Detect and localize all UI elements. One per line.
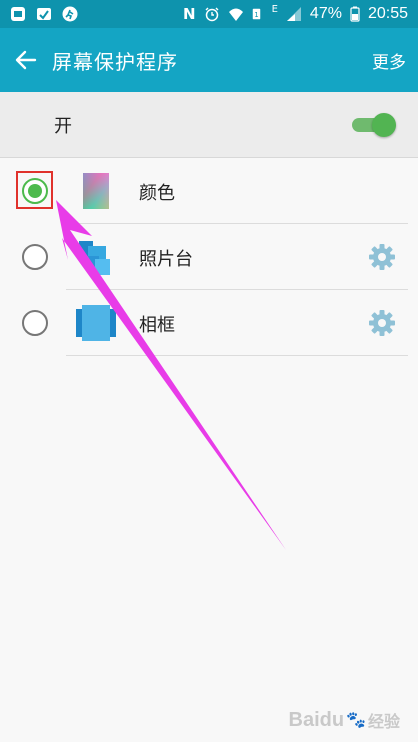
alarm-icon (205, 7, 219, 22)
toggle-thumb (372, 112, 396, 137)
clock: 20:55 (367, 5, 408, 22)
arrow-left-icon (15, 50, 37, 70)
wifi-icon (228, 8, 243, 21)
battery-percent: 47% (309, 5, 342, 22)
master-switch-label: 开 (54, 115, 72, 137)
gear-icon[interactable] (368, 309, 396, 337)
item-label-color: 颜色 (139, 183, 175, 204)
color-gradient-icon (83, 173, 109, 209)
radio-photo-frame[interactable] (22, 310, 48, 336)
battery-icon (350, 6, 360, 22)
radio-photo-table[interactable] (22, 244, 48, 270)
item-label-photo-table: 照片台 (139, 249, 193, 270)
page-title: 屏幕保护程序 (52, 49, 178, 74)
svg-text:1: 1 (254, 11, 258, 19)
status-bar: N 1 E 47% 20:55 (0, 0, 418, 28)
radio-color[interactable] (22, 178, 48, 204)
n-icon: N (183, 5, 196, 23)
app-bar: 屏幕保护程序 更多 (0, 28, 418, 92)
signal-icon (286, 7, 301, 21)
running-icon (62, 6, 78, 22)
paw-icon: 🐾 (346, 712, 366, 729)
more-button[interactable]: 更多 (372, 48, 406, 73)
notification-icons (10, 6, 78, 22)
gear-icon[interactable] (368, 243, 396, 271)
back-button[interactable] (0, 28, 52, 92)
master-toggle[interactable] (350, 112, 396, 137)
list-item-photo-frame[interactable]: 相框 (0, 290, 418, 356)
baidu-watermark: Baidu 🐾 经验 (289, 708, 401, 732)
list-item-color[interactable]: 颜色 (0, 158, 418, 224)
app-icon (11, 7, 25, 21)
screensaver-list: 颜色 照片台 相框 (0, 158, 418, 356)
watermark-brand: Baidu (288, 708, 345, 731)
divider (66, 355, 408, 356)
watermark-subtext: 经验 (367, 714, 400, 731)
item-label-photo-frame: 相框 (139, 315, 175, 336)
system-icons: N 1 E 47% 20:55 (183, 3, 408, 24)
sim-icon: 1 (252, 8, 260, 20)
photo-gallery-icon (37, 8, 51, 20)
list-item-photo-table[interactable]: 照片台 (0, 224, 418, 290)
master-switch-row[interactable]: 开 (0, 92, 418, 158)
photo-frame-icon (76, 305, 116, 341)
photo-table-icon (79, 241, 110, 275)
network-type: E (271, 3, 278, 15)
